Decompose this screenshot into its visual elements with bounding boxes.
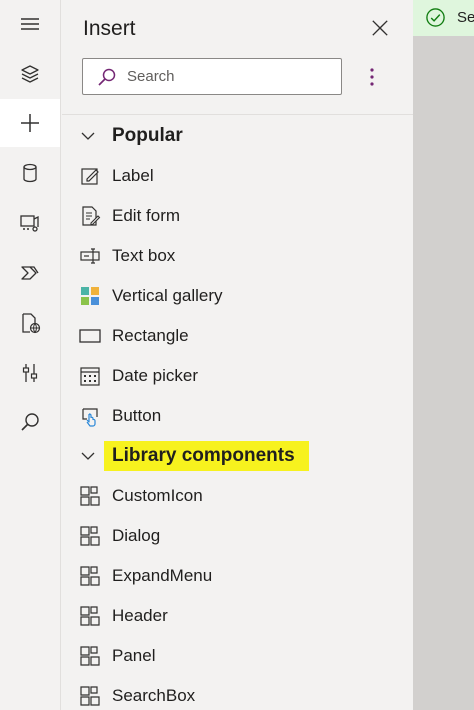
group-header-popular[interactable]: Popular [62,116,413,156]
insert-panel: Insert Popular Label Edit form Text box [62,0,413,710]
text-box-icon [80,248,100,264]
power-automate-button[interactable] [0,249,60,297]
list-item-rectangle[interactable]: Rectangle [62,316,413,356]
more-vertical-icon [370,68,374,86]
list-item-customicon[interactable]: CustomIcon [62,476,413,516]
list-item-vertical-gallery[interactable]: Vertical gallery [62,276,413,316]
calendar-icon [80,367,100,386]
gallery-icon [81,287,99,305]
list-item-dialog[interactable]: Dialog [62,516,413,556]
search-box[interactable] [82,58,342,95]
notification-text: Sel [457,9,474,26]
component-icon [80,646,100,666]
list-item-button[interactable]: Button [62,396,413,436]
group-label: Library components [112,445,295,466]
media-icon [20,215,39,232]
rectangle-icon [79,329,101,343]
component-icon [80,526,100,546]
label-icon [81,168,99,185]
data-button[interactable] [0,149,60,197]
group-label: Popular [112,125,183,146]
panel-title: Insert [83,17,136,40]
insert-button[interactable] [0,99,60,147]
globe-page-icon [22,313,41,334]
component-icon [80,486,100,506]
list-item-expandmenu[interactable]: ExpandMenu [62,556,413,596]
list-item-text-box[interactable]: Text box [62,236,413,276]
group-header-library-components[interactable]: Library components [62,436,413,476]
component-icon [80,686,100,706]
hamburger-icon [21,18,39,30]
list-item-header[interactable]: Header [62,596,413,636]
search-input[interactable] [127,59,337,94]
plus-icon [21,114,39,132]
component-icon [80,566,100,586]
check-circle-icon [426,8,445,27]
list-item-date-picker[interactable]: Date picker [62,356,413,396]
advanced-tools-button[interactable] [0,349,60,397]
more-options-button[interactable] [360,64,384,90]
tree-view-button[interactable] [0,50,60,98]
list-item-searchbox[interactable]: SearchBox [62,676,413,710]
list-item-panel[interactable]: Panel [62,636,413,676]
database-icon [23,163,37,183]
environment-button[interactable] [0,299,60,347]
hamburger-menu-button[interactable] [0,0,60,48]
close-icon [372,20,388,36]
layers-icon [21,65,39,83]
search-rail-button[interactable] [0,398,60,446]
search-icon [98,68,116,86]
chevron-down-icon [81,452,95,460]
success-notification: Sel [413,0,474,36]
divider [62,114,413,115]
media-button[interactable] [0,199,60,247]
left-rail [0,0,61,710]
chevron-down-icon [81,132,95,140]
component-icon [80,606,100,626]
button-icon [82,408,98,427]
list-item-label[interactable]: Label [62,156,413,196]
edit-form-icon [82,206,101,226]
close-button[interactable] [368,16,392,40]
search-icon [21,413,39,431]
tools-icon [22,364,38,382]
list-item-edit-form[interactable]: Edit form [62,196,413,236]
power-automate-icon [21,266,39,280]
canvas-area[interactable] [413,0,474,710]
